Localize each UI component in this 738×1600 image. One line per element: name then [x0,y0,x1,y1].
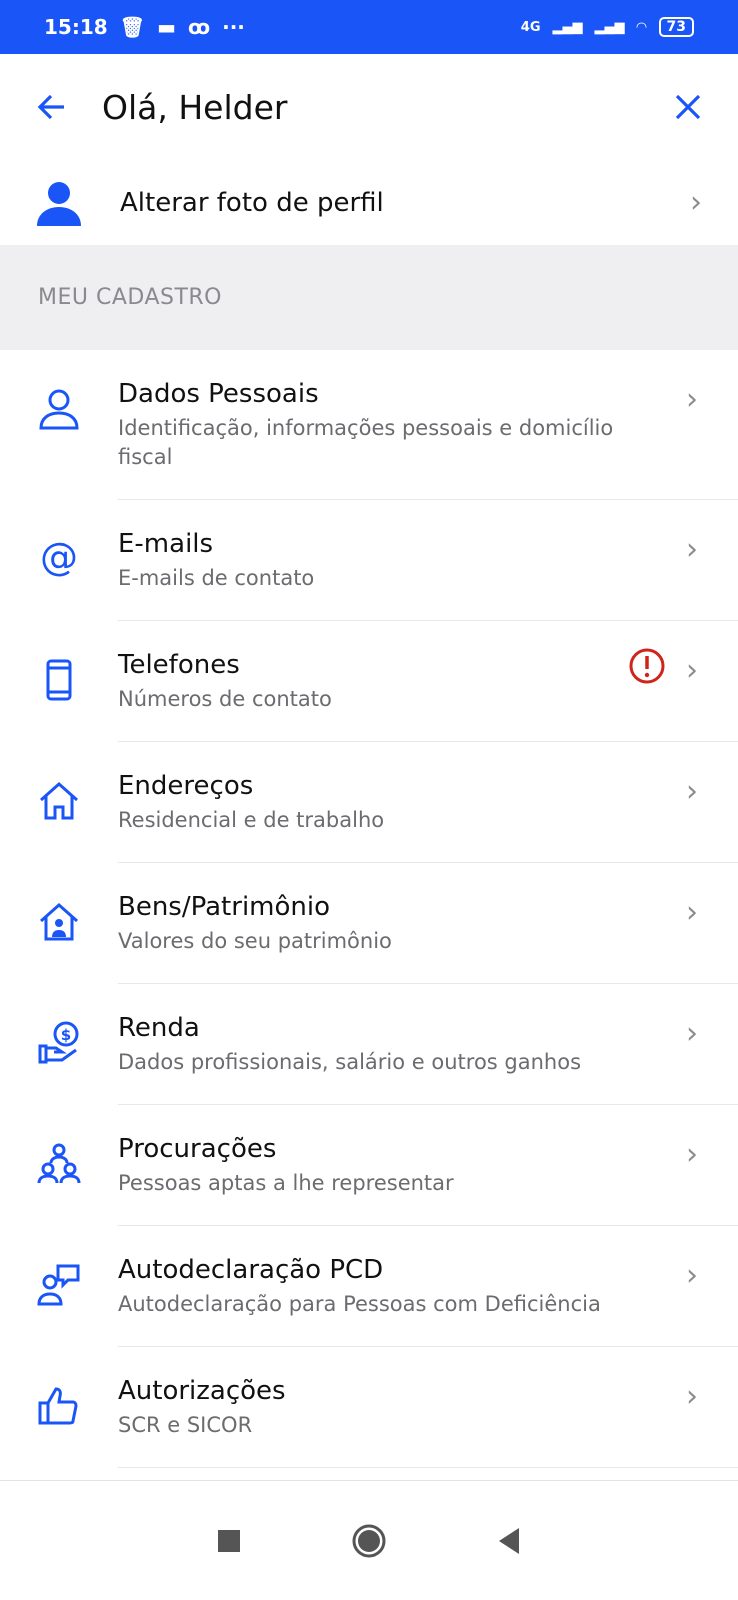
home-person-icon [40,902,78,941]
list-item-addresses[interactable]: Endereços Residencial e de trabalho › [0,742,738,863]
svg-text:@: @ [40,536,78,579]
person-icon [39,389,79,430]
person-chat-icon [37,1264,80,1306]
list-item-phones[interactable]: Telefones Números de contato › [0,621,738,742]
list-item-income[interactable]: $ Renda Dados profissionais, salário e ou… [0,984,738,1105]
item-subtitle: Números de contato [118,687,332,711]
system-navigation-bar [0,1480,738,1600]
wifi-icon: ◠ [636,19,647,35]
item-title: E-mails [118,529,214,559]
chevron-right-icon: › [690,185,702,220]
user-avatar-icon [37,181,81,226]
signal-icon: ▂▄▆ [552,19,583,35]
item-subtitle: SCR e SICOR [118,1413,253,1437]
item-title: Telefones [118,650,240,680]
chevron-right-icon: › [686,653,698,688]
item-subtitle: Autodeclaração para Pessoas com Deficiên… [118,1292,601,1316]
item-title: Procurações [118,1134,277,1164]
chevron-right-icon: › [686,774,698,809]
item-title: Endereços [118,771,254,801]
trash-icon: 🗑 [119,15,146,39]
voicemail-icon: ꝏ [187,15,211,39]
back-arrow-icon[interactable] [36,91,68,123]
network-label: 4G [520,19,541,35]
chevron-right-icon: › [686,1137,698,1172]
message-icon: ▬ [157,15,176,39]
item-title: Dados Pessoais [118,379,319,409]
battery-indicator: 73 [658,17,694,37]
status-bar: 15:18 🗑 ▬ ꝏ ··· 4G ▂▄▆ ▂▄▆ ◠ 73 [0,0,738,54]
chevron-right-icon: › [686,532,698,567]
header: Olá, Helder [0,54,738,160]
change-profile-photo-row[interactable]: Alterar foto de perfil › [0,160,738,245]
item-subtitle: Identificação, informações pessoais e do… [118,416,614,469]
signal-icon-2: ▂▄▆ [594,19,625,35]
close-icon[interactable] [674,93,702,121]
more-icon: ··· [222,15,245,39]
clock: 15:18 [44,15,108,39]
list-item-assets[interactable]: Bens/Patrimônio Valores do seu patrimônio… [0,863,738,984]
change-profile-photo-label: Alterar foto de perfil [120,187,384,218]
home-icon [40,781,78,820]
list-item-pcd-declaration[interactable]: Autodeclaração PCD Autodeclaração para Pe… [0,1226,738,1347]
item-subtitle: Dados profissionais, salário e outros ga… [118,1050,582,1074]
home-button[interactable] [351,1523,387,1559]
registration-list[interactable]: Dados Pessoais Identificação, informações… [0,350,738,1480]
list-item-authorizations[interactable]: Autorizações SCR e SICOR › [0,1347,738,1468]
hand-money-icon: $ [38,1021,79,1064]
recent-apps-button[interactable] [217,1529,241,1553]
list-item-powers-of-attorney[interactable]: Procurações Pessoas aptas a lhe represent… [0,1105,738,1226]
item-subtitle: E-mails de contato [118,566,315,590]
item-title: Bens/Patrimônio [118,892,331,922]
back-button[interactable] [497,1527,521,1555]
page-title: Olá, Helder [102,87,288,127]
item-title: Autorizações [118,1376,286,1406]
chevron-right-icon: › [686,895,698,930]
chevron-right-icon: › [686,1016,698,1051]
people-group-icon [37,1143,81,1184]
item-title: Autodeclaração PCD [118,1255,384,1285]
item-subtitle: Pessoas aptas a lhe representar [118,1171,454,1195]
at-sign-icon: @ [40,536,78,579]
list-item-personal-data[interactable]: Dados Pessoais Identificação, informações… [0,350,738,500]
section-header: MEU CADASTRO [0,245,738,350]
thumbs-up-icon [38,1387,78,1425]
chevron-right-icon: › [686,1379,698,1414]
item-title: Renda [118,1013,200,1043]
svg-text:$: $ [61,1026,71,1044]
chevron-right-icon: › [686,382,698,417]
phone-icon [46,659,72,701]
warning-icon [629,648,665,684]
item-subtitle: Valores do seu patrimônio [118,929,392,953]
list-item-emails[interactable]: @ E-mails E-mails de contato › [0,500,738,621]
item-subtitle: Residencial e de trabalho [118,808,385,832]
chevron-right-icon: › [686,1258,698,1293]
